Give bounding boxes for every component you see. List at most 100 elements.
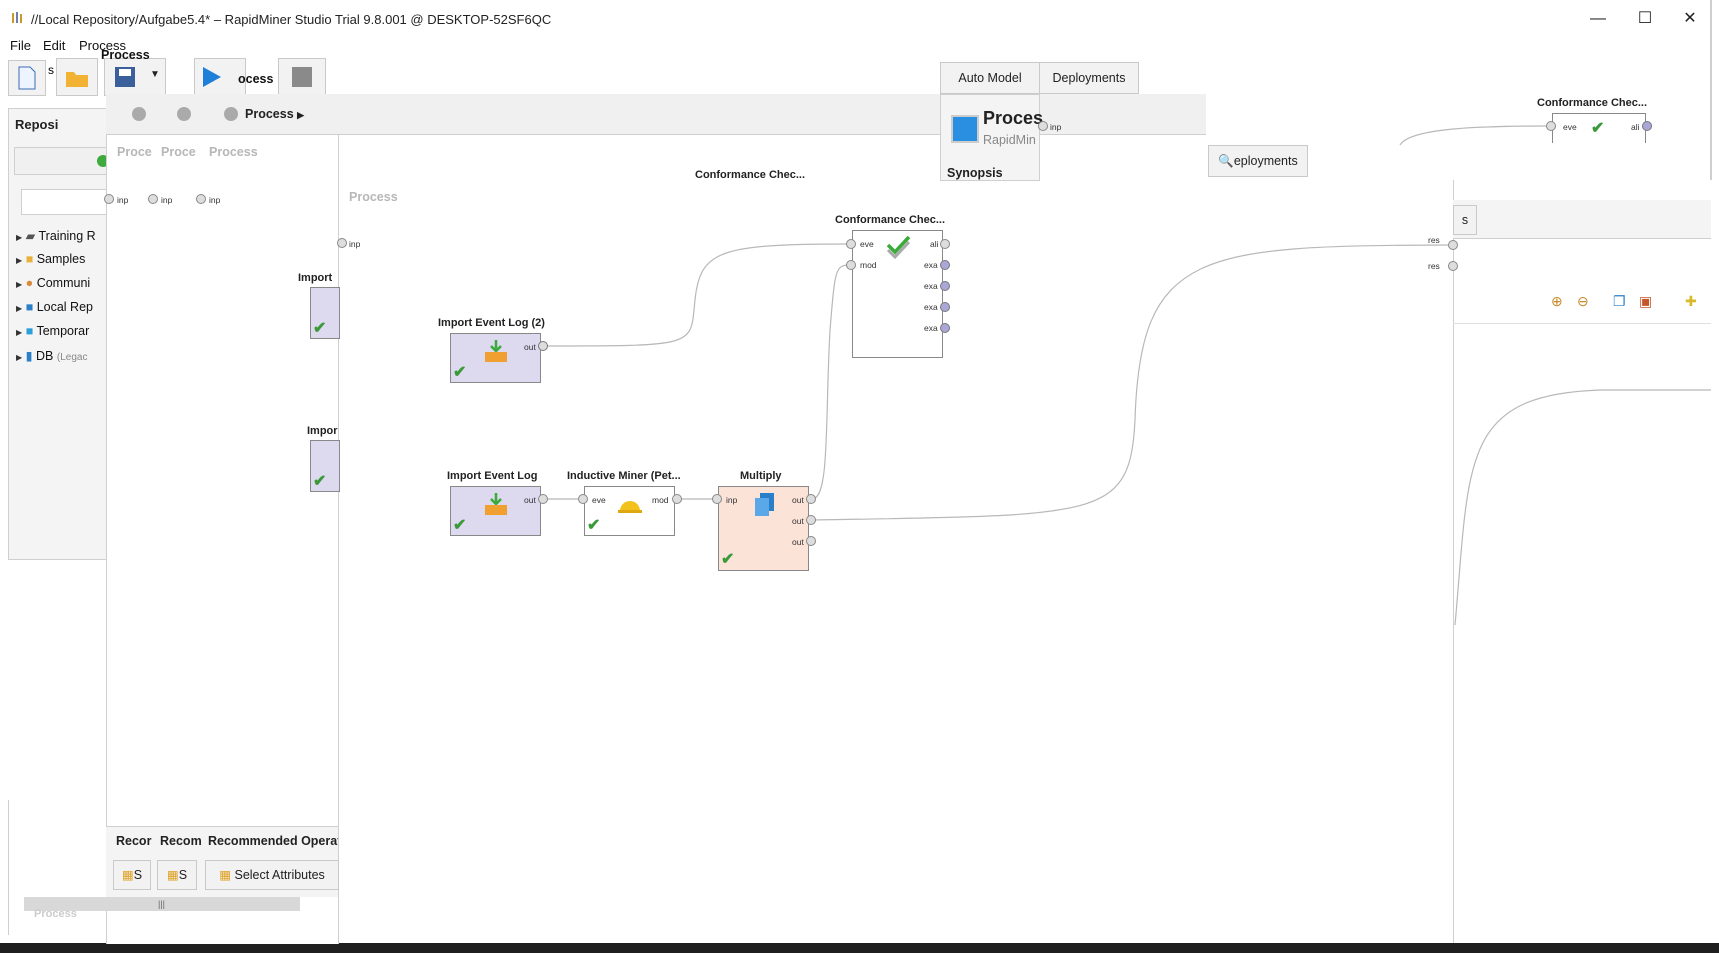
toolbar: s ▼ ocess bbox=[8, 58, 348, 98]
ghost-import-operator-1: ✔ bbox=[310, 287, 340, 339]
operator-title-conformance: Conformance Chec... bbox=[835, 214, 946, 226]
ghost-panel-2 bbox=[150, 94, 199, 944]
info-inp-label: inp bbox=[1050, 122, 1062, 132]
result-port-2[interactable] bbox=[1448, 261, 1458, 271]
title-bar: //Local Repository/Aufgabe5.4* – RapidMi… bbox=[0, 0, 1719, 38]
repository-tree: ▶ ▰ Training R ▶ ■ Samples ▶ ● Communi ▶… bbox=[16, 228, 106, 368]
port-conformance-eve[interactable] bbox=[846, 239, 856, 249]
ghost-process-label-2: Proce bbox=[161, 145, 196, 159]
synopsis-label: Synopsis bbox=[947, 166, 1003, 180]
tree-item-training[interactable]: ▶ ▰ Training R bbox=[16, 228, 96, 243]
recommended-title-ghost-1: Recor bbox=[116, 834, 152, 848]
chevron-down-icon[interactable]: ▼ bbox=[150, 69, 160, 80]
port-multiply-inp[interactable] bbox=[712, 494, 722, 504]
tree-item-local[interactable]: ▶ ■ Local Rep bbox=[16, 300, 93, 314]
result-port-1[interactable] bbox=[1448, 240, 1458, 250]
ghost-import-title-2: Impor bbox=[307, 425, 338, 437]
monitor-icon: ■ bbox=[25, 300, 34, 314]
stop-process-button[interactable] bbox=[278, 58, 326, 96]
operator-inductive-miner[interactable]: eve mod ✔ bbox=[584, 486, 675, 536]
maximize-button[interactable]: ☐ bbox=[1622, 6, 1668, 32]
port-conformance-mod[interactable] bbox=[846, 260, 856, 270]
port-import2-out[interactable] bbox=[538, 341, 548, 351]
monitor-icon: ■ bbox=[25, 324, 34, 338]
recommended-select-attributes[interactable]: ▦ Select Attributes bbox=[205, 860, 339, 890]
import-icon bbox=[485, 340, 507, 362]
process-tab-label[interactable]: ocess bbox=[238, 72, 273, 86]
recommended-item-ghost-2[interactable]: ▦S bbox=[157, 860, 197, 890]
zoom-out-icon[interactable]: ⊖ bbox=[1577, 293, 1589, 310]
breadcrumb[interactable]: Process ▶ bbox=[245, 107, 304, 121]
folder-icon: ■ bbox=[25, 252, 34, 266]
ghost-right-ali-port bbox=[1642, 121, 1652, 131]
operator-import-event-log[interactable]: out ✔ bbox=[450, 486, 541, 536]
recommended-item-ghost-1[interactable]: ▦S bbox=[113, 860, 151, 890]
paste-icon[interactable]: ▣ bbox=[1639, 293, 1652, 310]
menu-file[interactable]: File bbox=[10, 38, 31, 53]
stop-icon bbox=[292, 67, 312, 87]
minimize-button[interactable]: — bbox=[1575, 6, 1621, 32]
port-multiply-out-1[interactable] bbox=[806, 494, 816, 504]
operator-multiply[interactable]: inp out out out ✔ bbox=[718, 486, 809, 571]
port-multiply-out-3[interactable] bbox=[806, 536, 816, 546]
repository-filter[interactable] bbox=[21, 189, 113, 215]
multiply-icon bbox=[755, 493, 774, 516]
nav-up-dot[interactable] bbox=[224, 107, 238, 121]
tree-item-temporary[interactable]: ▶ ■ Temporar bbox=[16, 324, 89, 338]
table-icon: ▦ bbox=[166, 868, 179, 882]
checkmark-icon: ✔ bbox=[453, 364, 467, 381]
hardhat-icon bbox=[618, 501, 642, 513]
add-note-icon[interactable]: ✚ bbox=[1685, 293, 1697, 310]
zoom-icon: 🔍 bbox=[1218, 154, 1234, 168]
port-conformance-exa-4[interactable] bbox=[940, 323, 950, 333]
port-conformance-ali[interactable] bbox=[940, 239, 950, 249]
menu-edit[interactable]: Edit bbox=[43, 38, 65, 53]
ghost-inp-port-1 bbox=[104, 194, 114, 204]
right-tab-s[interactable]: s bbox=[1453, 205, 1477, 235]
auto-model-tab[interactable]: Auto Model bbox=[940, 62, 1040, 94]
conn-multiply-to-conformance bbox=[811, 264, 851, 500]
scrollbar-grip[interactable]: ||| bbox=[158, 899, 165, 909]
port-conformance-exa-1[interactable] bbox=[940, 260, 950, 270]
process-info-subtitle: RapidMin bbox=[983, 133, 1036, 147]
open-process-button[interactable] bbox=[56, 58, 98, 96]
ghost-inp-label-2: inp bbox=[161, 195, 173, 205]
result-port-label-2: res bbox=[1428, 261, 1440, 271]
port-import1-out[interactable] bbox=[538, 494, 548, 504]
nav-forward-dot[interactable] bbox=[177, 107, 191, 121]
ghost-process-bottom: Process bbox=[34, 908, 77, 920]
ghost-inp-port-3 bbox=[196, 194, 206, 204]
port-miner-eve[interactable] bbox=[578, 494, 588, 504]
breadcrumb-process[interactable]: Process bbox=[245, 107, 294, 121]
port-conformance-exa-3[interactable] bbox=[940, 302, 950, 312]
ghost-conformance-title: Conformance Chec... bbox=[695, 169, 806, 181]
operator-conformance-checking[interactable]: eve mod ali exa exa exa exa bbox=[852, 230, 943, 358]
chevron-right-icon: ▶ bbox=[297, 110, 305, 120]
port-multiply-out-2[interactable] bbox=[806, 515, 816, 525]
repository-title: Reposi bbox=[15, 117, 59, 132]
save-process-button[interactable]: ▼ bbox=[104, 58, 166, 96]
tree-item-samples[interactable]: ▶ ■ Samples bbox=[16, 252, 85, 266]
copy-icon[interactable]: ❐ bbox=[1613, 293, 1626, 310]
process-tab-top[interactable]: Process bbox=[101, 48, 150, 62]
zoom-in-icon[interactable]: ⊕ bbox=[1551, 293, 1563, 310]
process-info-title: Proces bbox=[983, 108, 1044, 128]
recommended-title: Recommended Operat bbox=[208, 834, 338, 848]
port-conformance-exa-2[interactable] bbox=[940, 281, 950, 291]
port-miner-mod[interactable] bbox=[672, 494, 682, 504]
ghost-process-label-4: Process bbox=[349, 190, 398, 204]
info-inp-port bbox=[1038, 121, 1048, 131]
new-file-icon bbox=[18, 66, 36, 90]
close-button[interactable]: ✕ bbox=[1667, 6, 1713, 32]
deployments-tab[interactable]: Deployments bbox=[1039, 62, 1139, 94]
operator-title-import1: Import Event Log bbox=[447, 470, 538, 482]
tree-item-db[interactable]: ▶ ▮ DB (Legac bbox=[16, 348, 87, 363]
nav-back-dot[interactable] bbox=[132, 107, 146, 121]
deployments-button-right[interactable]: 🔍eployments bbox=[1208, 145, 1308, 177]
conn-right-ghost bbox=[1399, 125, 1547, 146]
tree-item-community[interactable]: ▶ ● Communi bbox=[16, 276, 90, 290]
operator-import-event-log-2[interactable]: out ✔ bbox=[450, 333, 541, 383]
new-process-button[interactable] bbox=[8, 60, 46, 96]
right-panel-header bbox=[1453, 200, 1711, 239]
process-tab-ghost[interactable]: s bbox=[48, 63, 54, 77]
